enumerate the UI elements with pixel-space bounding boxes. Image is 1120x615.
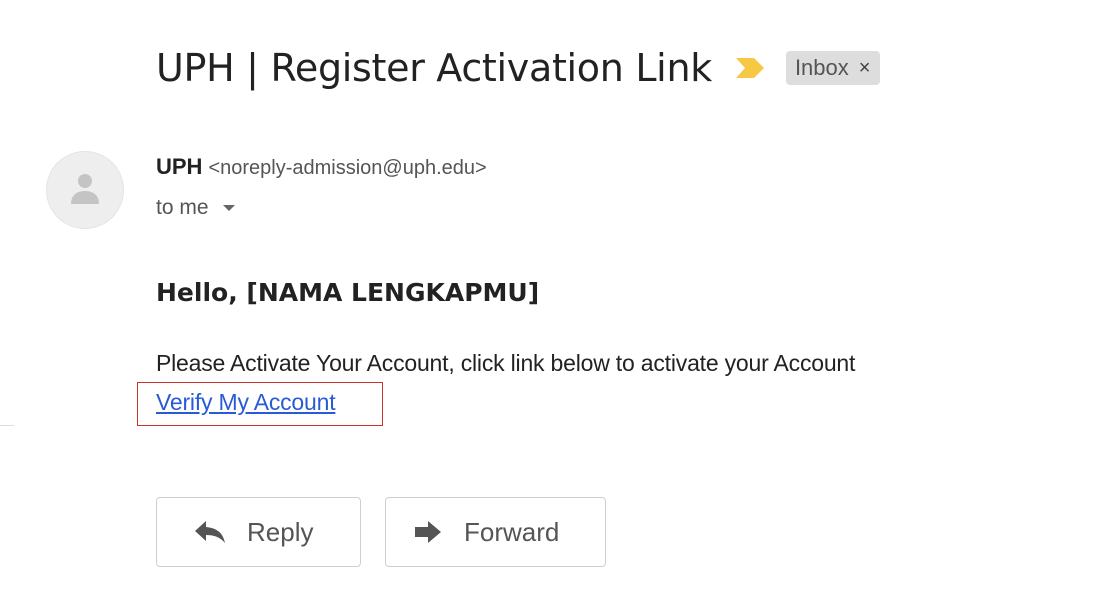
person-icon [68, 170, 102, 211]
email-greeting: Hello, [NAMA LENGKAPMU] [156, 278, 540, 307]
forward-label: Forward [464, 516, 560, 547]
forward-arrow-icon [413, 518, 443, 546]
forward-button[interactable]: Forward [385, 497, 606, 567]
divider [0, 425, 14, 426]
sender-name[interactable]: UPH [156, 154, 202, 179]
sender-email: <noreply-admission@uph.edu> [208, 157, 487, 179]
importance-marker-icon[interactable] [734, 57, 766, 79]
sender-avatar [46, 151, 124, 229]
inbox-label-text: Inbox [794, 55, 849, 80]
remove-label-icon[interactable]: × [859, 58, 871, 78]
reply-arrow-icon [193, 518, 227, 546]
email-body-text: Please Activate Your Account, click link… [156, 350, 856, 376]
sender-line: UPH <noreply-admission@uph.edu> [156, 154, 487, 180]
reply-label: Reply [247, 516, 314, 547]
recipient-line: to me [156, 196, 235, 220]
inbox-label-chip: Inbox × [785, 51, 881, 85]
chevron-down-icon[interactable] [222, 205, 235, 211]
reply-button[interactable]: Reply [156, 497, 361, 567]
verify-account-link[interactable]: Verify My Account [156, 389, 336, 416]
email-subject-row: UPH | Register Activation Link Inbox × [156, 40, 881, 96]
email-subject: UPH | Register Activation Link [156, 46, 712, 90]
recipient-text: to me [156, 196, 209, 219]
